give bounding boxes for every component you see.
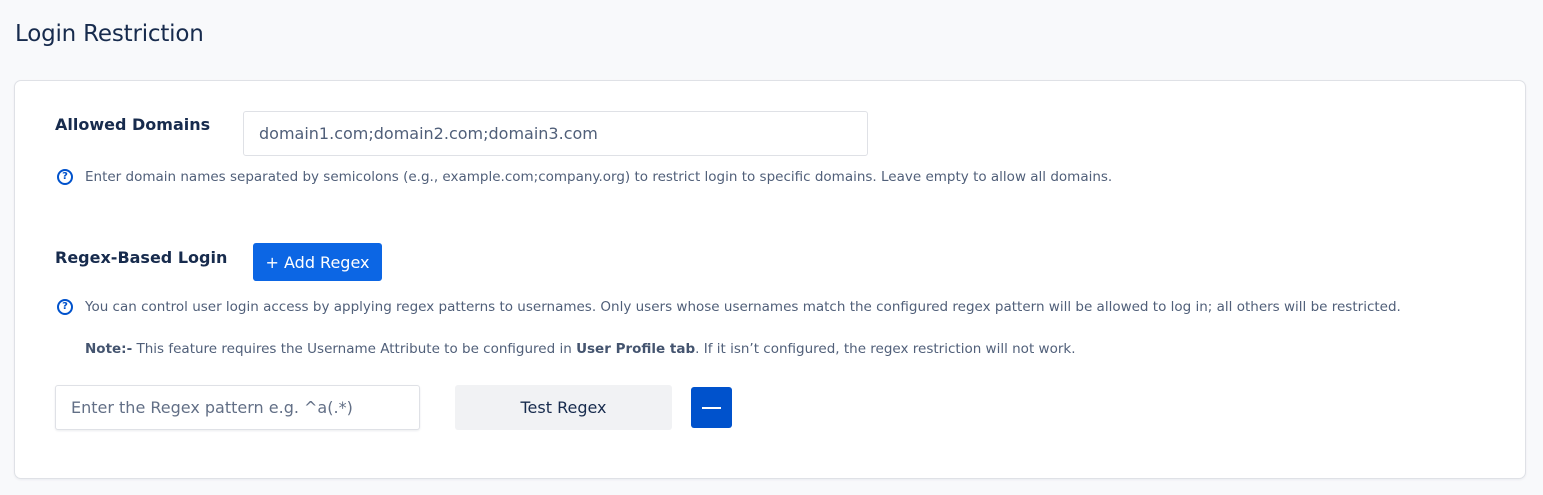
remove-regex-button[interactable] (691, 387, 732, 428)
question-circle-icon: ? (57, 169, 73, 185)
regex-note: Note:- This feature requires the Usernam… (85, 341, 1076, 357)
regex-help: ? You can control user login access by a… (57, 299, 1401, 315)
regex-based-login-label: Regex-Based Login (55, 248, 228, 267)
regex-pattern-input[interactable] (55, 385, 420, 430)
regex-help-text: You can control user login access by app… (85, 299, 1401, 315)
allowed-domains-input[interactable] (243, 111, 868, 156)
minus-icon (702, 406, 721, 409)
allowed-domains-help: ? Enter domain names separated by semico… (57, 169, 1112, 185)
page-title: Login Restriction (15, 21, 204, 47)
note-label: Note:- (85, 341, 133, 357)
note-text-before: This feature requires the Username Attri… (132, 341, 577, 357)
allowed-domains-help-text: Enter domain names separated by semicolo… (85, 169, 1113, 185)
question-circle-icon: ? (57, 299, 73, 315)
add-regex-button[interactable]: + Add Regex (253, 243, 382, 281)
login-restriction-card: Allowed Domains ? Enter domain names sep… (14, 80, 1526, 479)
test-regex-button[interactable]: Test Regex (455, 385, 672, 430)
note-text-after: . If it isn’t configured, the regex rest… (695, 341, 1076, 357)
allowed-domains-label: Allowed Domains (55, 115, 211, 134)
user-profile-tab-reference: User Profile tab (576, 341, 696, 357)
